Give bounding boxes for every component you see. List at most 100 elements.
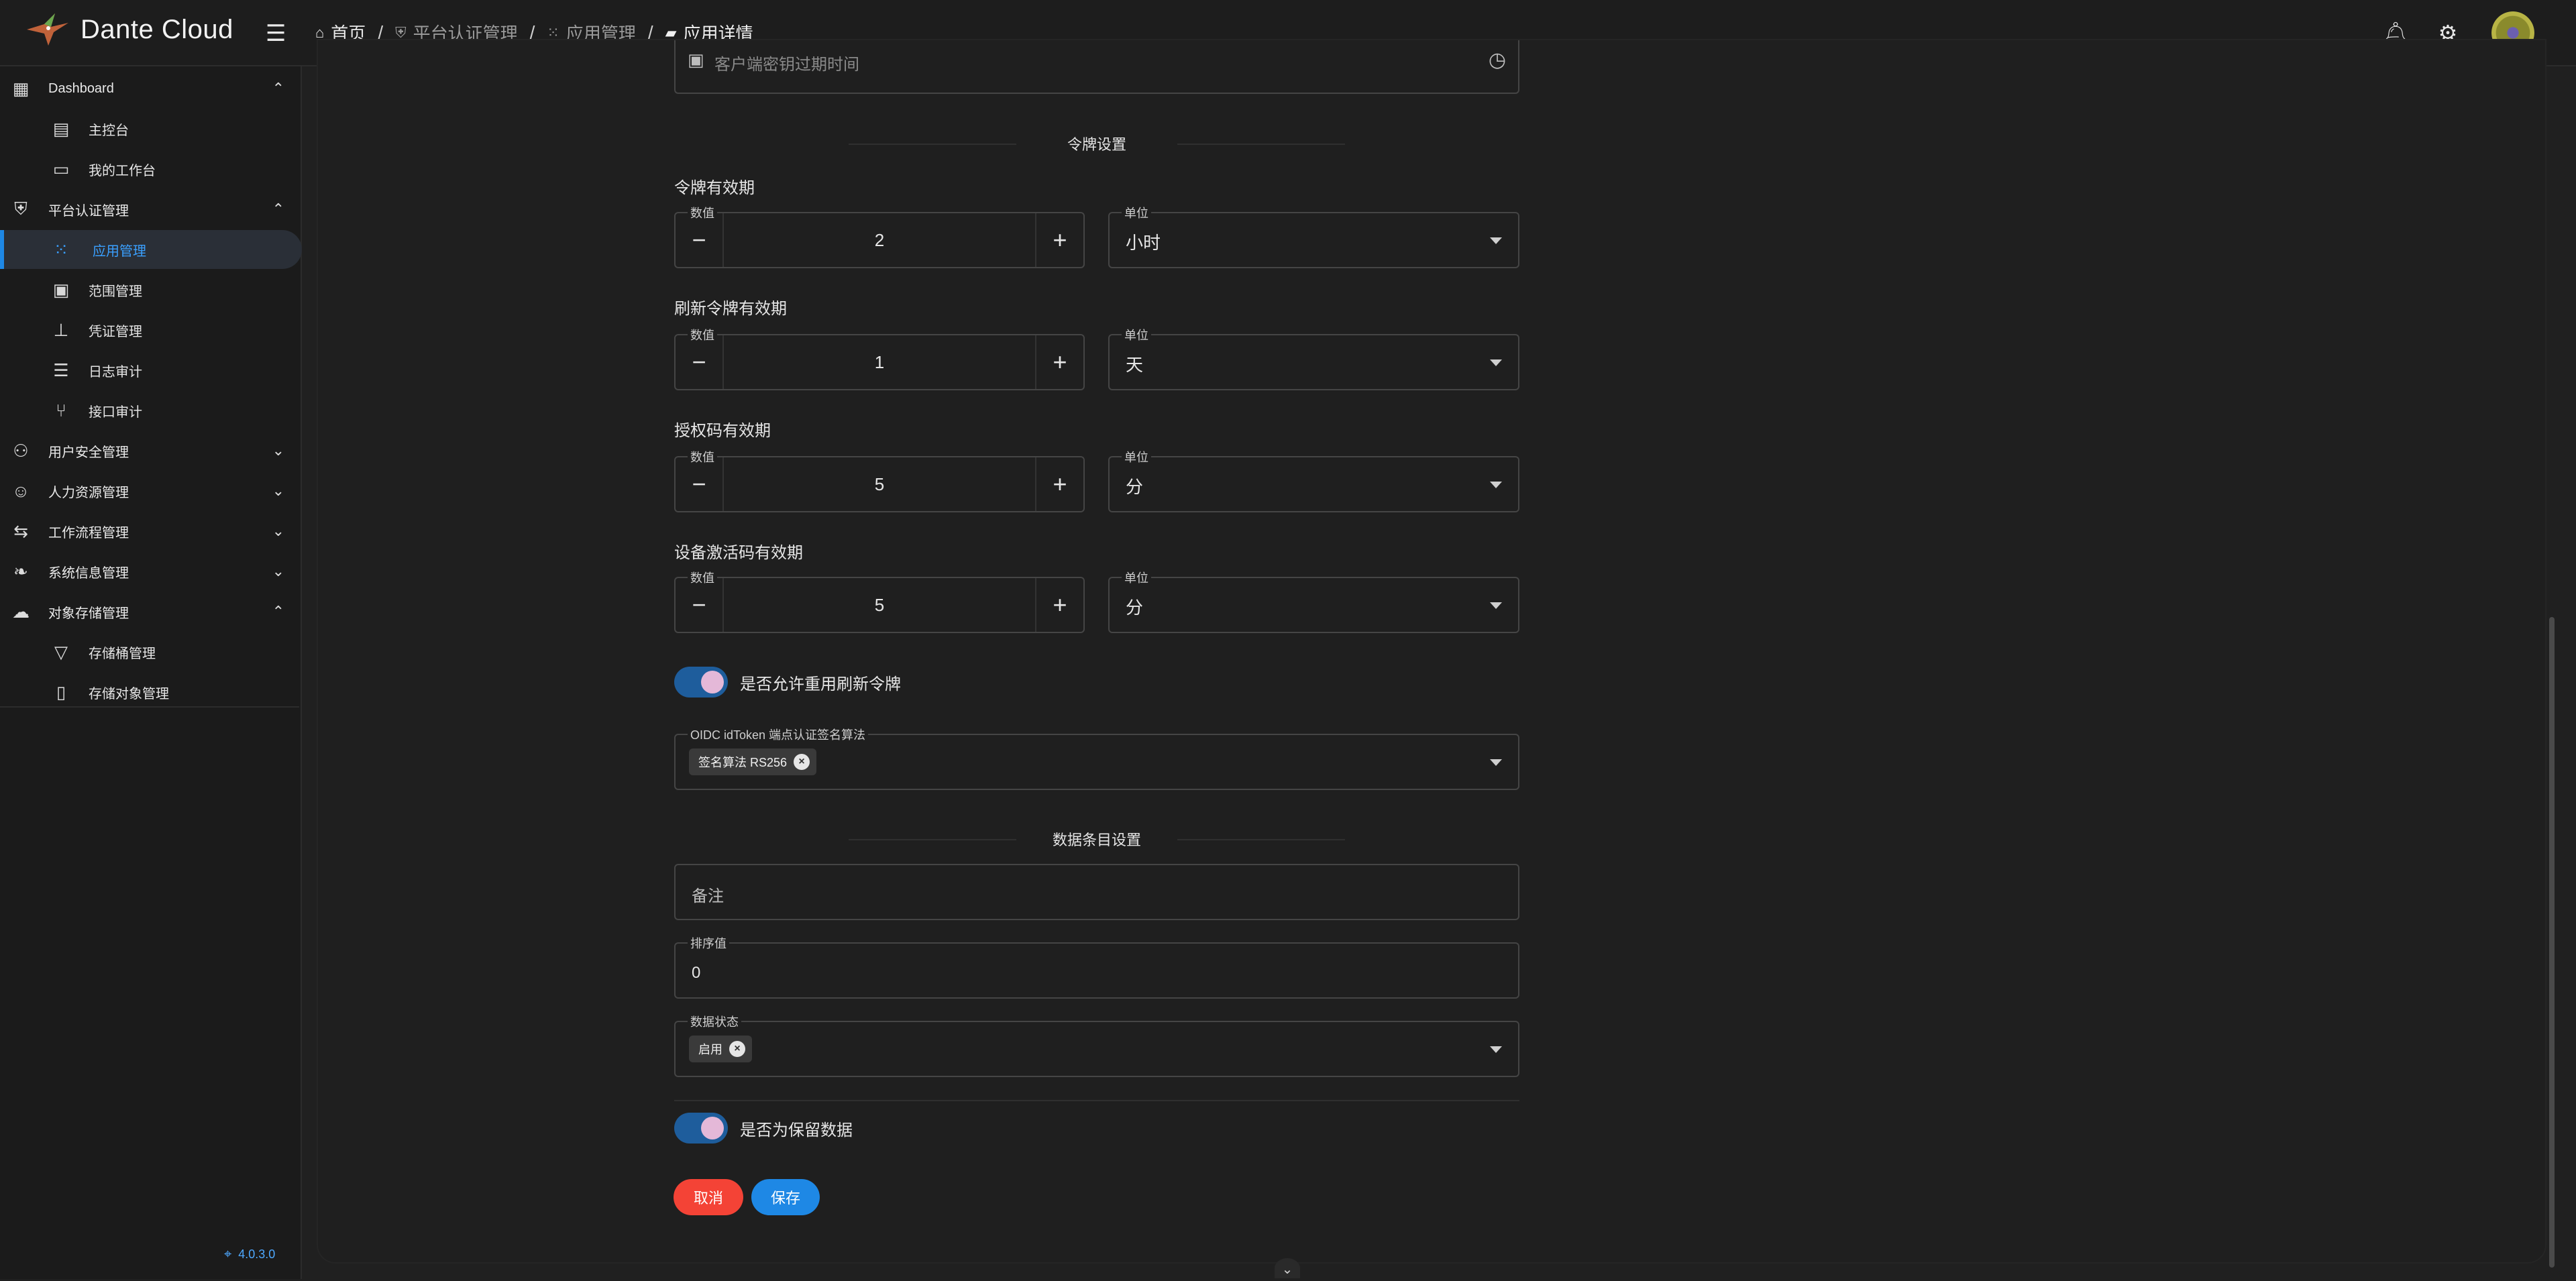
shield-icon: ⛨ xyxy=(14,199,28,219)
sidebar-divider xyxy=(0,706,299,708)
refresh-validity-label: 刷新令牌有效期 xyxy=(674,300,787,318)
sidebar-group-platform-auth[interactable]: ⛨ 平台认证管理 ⌃ xyxy=(0,190,299,229)
caret-down-icon xyxy=(1490,482,1502,488)
menu-collapse-icon[interactable]: ☰ xyxy=(266,20,286,47)
toggle-knob xyxy=(701,671,724,693)
reuse-refresh-token-toggle-row: 是否允许重用刷新令牌 xyxy=(674,667,901,698)
device-code-validity-unit-select[interactable]: 单位 分 xyxy=(1108,569,1519,633)
refresh-validity-unit-select[interactable]: 单位 天 xyxy=(1108,326,1519,390)
toggle-knob xyxy=(701,1117,724,1139)
caret-down-icon xyxy=(1490,602,1502,609)
device-code-validity-stepper[interactable]: 数值 − 5 + xyxy=(674,569,1085,633)
sidebar-group-workflow[interactable]: ⇆ 工作流程管理 ⌄ xyxy=(0,512,299,551)
remark-input[interactable]: 备注 xyxy=(674,864,1519,920)
scrollbar[interactable] xyxy=(2549,617,2555,1268)
auth-code-validity-stepper[interactable]: 数值 − 5 + xyxy=(674,448,1085,512)
brand-name: Dante Cloud xyxy=(80,14,233,44)
oidc-signature-algorithm-select[interactable]: OIDC idToken 端点认证签名算法 签名算法 RS256 × xyxy=(674,726,1519,790)
chevron-down-icon: ⌄ xyxy=(272,482,284,499)
chevron-up-icon: ⌃ xyxy=(272,80,284,97)
people-icon: ☺ xyxy=(11,480,30,501)
reserved-data-toggle[interactable] xyxy=(674,1113,728,1144)
scroll-down-icon[interactable]: ⌄ xyxy=(1275,1258,1300,1278)
token-validity-stepper[interactable]: 数值 − 2 + xyxy=(674,204,1085,268)
chevron-down-icon: ⌄ xyxy=(272,563,284,579)
cloud-upload-icon: ☁ xyxy=(12,601,30,622)
workflow-icon: ⇆ xyxy=(13,520,28,541)
monitor-icon: ▤ xyxy=(52,118,70,139)
device-code-validity-label: 设备激活码有效期 xyxy=(674,544,803,562)
reserved-data-toggle-row: 是否为保留数据 xyxy=(674,1113,853,1144)
sidebar-item-log-audit[interactable]: ☰ 日志审计 xyxy=(0,351,299,390)
auth-code-validity-label: 授权码有效期 xyxy=(674,422,771,440)
minus-icon[interactable]: − xyxy=(676,335,724,389)
sitemap-icon: ⊥ xyxy=(53,319,69,340)
chip-remove-icon[interactable]: × xyxy=(794,754,810,770)
sidebar-item-app-management[interactable]: ⁙ 应用管理 xyxy=(0,230,302,269)
version-badge: ⌖ 4.0.3.0 xyxy=(224,1247,276,1262)
client-secret-expiry-field[interactable]: ▣ 客户端密钥过期时间 ◷ xyxy=(674,40,1519,94)
home-icon: ⌂ xyxy=(315,23,325,41)
data-status-select[interactable]: 数据状态 启用 × xyxy=(674,1013,1519,1077)
section-title-data: 数据条目设置 xyxy=(674,828,1519,850)
apps-grid-icon: ⁙ xyxy=(547,23,559,41)
tag-icon: ⌖ xyxy=(224,1247,232,1262)
user-security-icon: ⚇ xyxy=(13,440,29,461)
divider xyxy=(674,1100,1519,1101)
cancel-button[interactable]: 取消 xyxy=(674,1179,743,1215)
sidebar-group-dashboard[interactable]: ▦ Dashboard ⌃ xyxy=(0,69,299,108)
hummingbird-logo-icon xyxy=(27,13,68,46)
chevron-down-icon: ⌄ xyxy=(272,522,284,539)
chevron-up-icon: ⌃ xyxy=(272,603,284,620)
status-chip: 启用 × xyxy=(689,1036,752,1062)
chevron-down-icon: ⌄ xyxy=(272,442,284,459)
minus-icon[interactable]: − xyxy=(676,578,724,632)
sidebar-group-hr[interactable]: ☺ 人力资源管理 ⌄ xyxy=(0,471,299,510)
plus-icon[interactable]: + xyxy=(1035,457,1083,511)
folder-open-icon: ▰ xyxy=(665,23,677,41)
sidebar-group-object-storage[interactable]: ☁ 对象存储管理 ⌃ xyxy=(0,592,299,631)
log-icon: ☰ xyxy=(53,359,69,380)
sidebar-item-bucket[interactable]: ▽ 存储桶管理 xyxy=(0,632,299,671)
token-validity-unit-select[interactable]: 单位 小时 xyxy=(1108,204,1519,268)
ranking-input[interactable]: 排序值 0 xyxy=(674,934,1519,999)
caret-down-icon xyxy=(1490,759,1502,766)
chip-remove-icon[interactable]: × xyxy=(729,1041,745,1057)
plus-icon[interactable]: + xyxy=(1035,213,1083,267)
shield-icon: ⛨ xyxy=(395,23,407,41)
reuse-refresh-token-toggle[interactable] xyxy=(674,667,728,698)
caret-down-icon xyxy=(1490,237,1502,244)
bucket-icon: ▽ xyxy=(54,641,68,662)
minus-icon[interactable]: − xyxy=(676,457,724,511)
sidebar-item-scope[interactable]: ▣ 范围管理 xyxy=(0,270,299,309)
caret-down-icon xyxy=(1490,359,1502,366)
leaf-icon: ❧ xyxy=(13,561,28,581)
brand-logo[interactable]: Dante Cloud xyxy=(24,9,233,50)
caret-down-icon xyxy=(1490,1046,1502,1053)
clock-icon[interactable]: ◷ xyxy=(1489,48,1506,72)
sidebar-item-api-audit[interactable]: ⑂ 接口审计 xyxy=(0,391,299,430)
token-validity-label: 令牌有效期 xyxy=(674,179,755,197)
dashboard-icon: ▦ xyxy=(12,78,30,99)
laptop-icon: ▭ xyxy=(52,158,70,179)
sidebar-group-system-info[interactable]: ❧ 系统信息管理 ⌄ xyxy=(0,552,299,591)
auth-code-validity-unit-select[interactable]: 单位 分 xyxy=(1108,448,1519,512)
calendar-icon: ▣ xyxy=(688,50,704,70)
chevron-up-icon: ⌃ xyxy=(272,201,284,217)
scope-icon: ▣ xyxy=(52,279,70,300)
sidebar-item-console[interactable]: ▤ 主控台 xyxy=(0,109,299,148)
plus-icon[interactable]: + xyxy=(1035,578,1083,632)
api-icon: ⑂ xyxy=(56,400,66,421)
sidebar: ▦ Dashboard ⌃ ▤ 主控台 ▭ 我的工作台 ⛨ 平台认证管理 ⌃ ⁙… xyxy=(0,66,302,1279)
apps-grid-icon: ⁙ xyxy=(54,239,68,260)
minus-icon[interactable]: − xyxy=(676,213,724,267)
plus-icon[interactable]: + xyxy=(1035,335,1083,389)
sidebar-item-workbench[interactable]: ▭ 我的工作台 xyxy=(0,150,299,188)
algorithm-chip: 签名算法 RS256 × xyxy=(689,748,817,775)
refresh-validity-stepper[interactable]: 数值 − 1 + xyxy=(674,326,1085,390)
save-button[interactable]: 保存 xyxy=(751,1179,820,1215)
sidebar-group-user-security[interactable]: ⚇ 用户安全管理 ⌄ xyxy=(0,431,299,470)
storage-object-icon: ▯ xyxy=(56,681,66,702)
section-title-token: 令牌设置 xyxy=(674,133,1519,154)
sidebar-item-credential[interactable]: ⊥ 凭证管理 xyxy=(0,311,299,349)
